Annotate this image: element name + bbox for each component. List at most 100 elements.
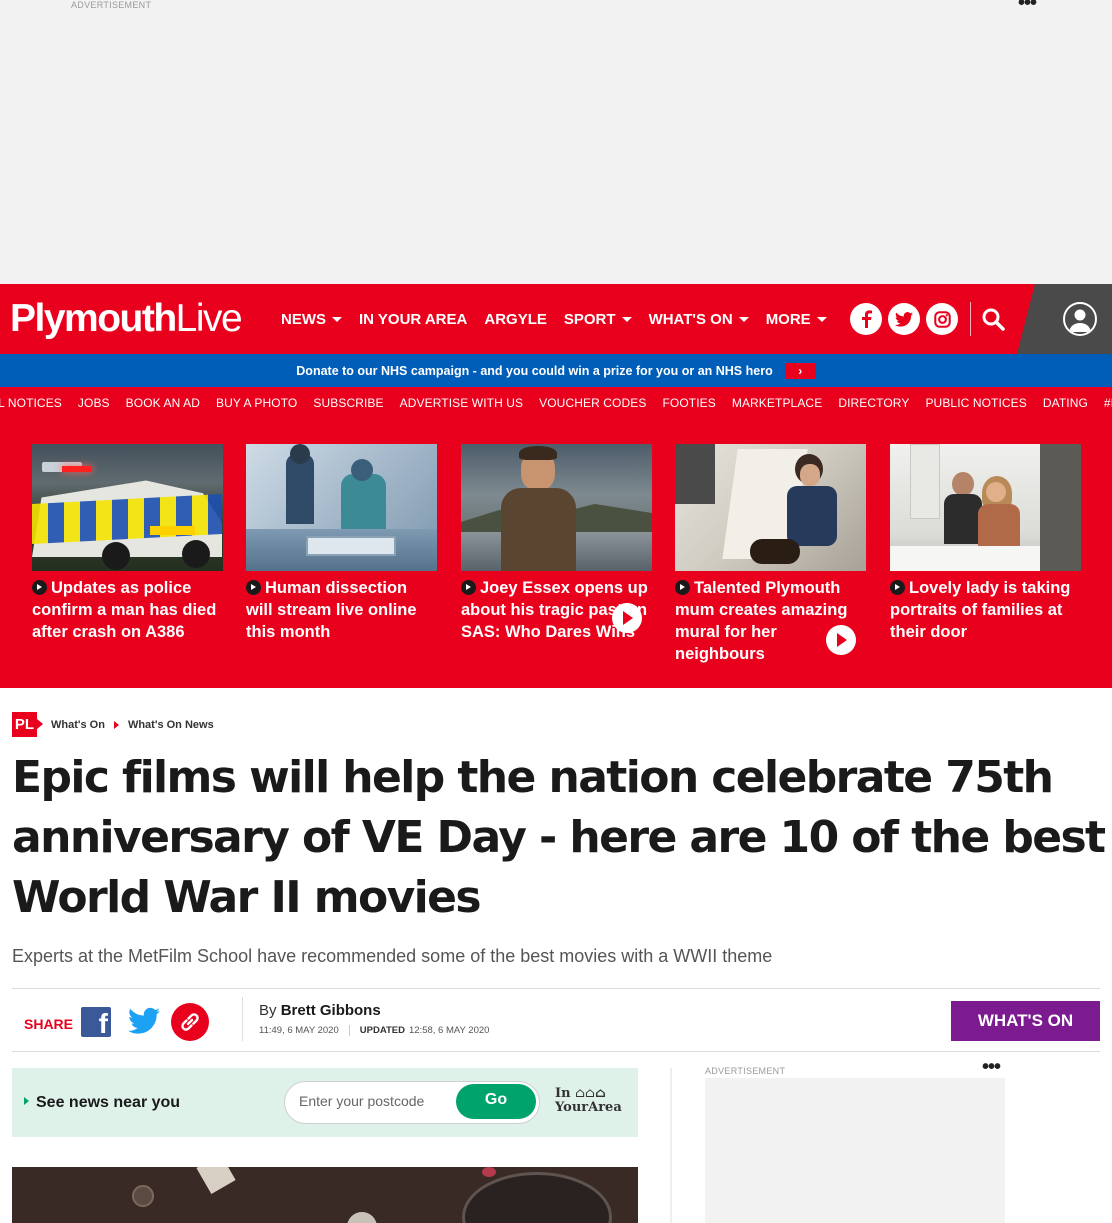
subnav-item[interactable]: BOOK AN AD — [126, 396, 200, 410]
chevron-right-icon — [32, 580, 47, 595]
subnav-item[interactable]: JOBS — [78, 396, 110, 410]
twitter-share-icon[interactable] — [128, 1007, 160, 1035]
advertisement-label: ADVERTISEMENT — [71, 0, 152, 10]
subnav-item[interactable]: VOUCHER CODES — [539, 396, 646, 410]
subnav-item[interactable]: MARKETPLACE — [732, 396, 822, 410]
subnav-item[interactable]: PUBLIC NOTICES — [925, 396, 1026, 410]
teaser-image[interactable] — [890, 444, 1081, 571]
article-standfirst: Experts at the MetFilm School have recom… — [12, 946, 773, 966]
teaser-title-text: Talented Plymouth mum creates amazing mu… — [675, 579, 848, 663]
donate-banner[interactable]: Donate to our NHS campaign - and you cou… — [0, 354, 1112, 387]
site-header: PlymouthLive NEWS IN YOUR AREA ARGYLE SP… — [0, 284, 1112, 354]
chevron-down-icon — [816, 316, 827, 322]
nav-item-in-your-area[interactable]: IN YOUR AREA — [359, 311, 467, 328]
sidebar-advertisement — [705, 1078, 1005, 1223]
nav-label: MORE — [765, 310, 811, 328]
chevron-right-icon — [113, 720, 119, 729]
nav-item-news[interactable]: NEWS — [281, 311, 342, 328]
chevron-right-icon[interactable]: › — [784, 362, 816, 379]
trending-strip: Updates as police confirm a man has died… — [0, 418, 1112, 688]
nav-label: ARGYLE — [484, 310, 547, 328]
twitter-icon[interactable] — [888, 303, 920, 335]
nav-label: IN YOUR AREA — [359, 310, 468, 328]
chevron-down-icon — [621, 316, 632, 322]
nav-item-sport[interactable]: SPORT — [564, 311, 632, 328]
subnav-item[interactable]: SUBSCRIBE — [313, 396, 383, 410]
top-advertisement: ADVERTISEMENT ••• — [0, 0, 1112, 284]
facebook-share-icon[interactable]: f — [81, 1007, 111, 1037]
house-filled-icon: ⌂ — [594, 1086, 606, 1101]
subnav-item[interactable]: FOOTIES — [662, 396, 715, 410]
teaser-image[interactable] — [461, 444, 652, 571]
search-icon[interactable] — [980, 306, 1008, 334]
copy-link-icon[interactable] — [171, 1003, 209, 1041]
teaser-image[interactable] — [32, 444, 223, 571]
chevron-right-icon — [890, 580, 905, 595]
nav-label: SPORT — [563, 310, 616, 328]
house-icon: ⌂⌂ — [575, 1086, 595, 1101]
nav-item-whats-on[interactable]: WHAT'S ON — [649, 311, 749, 328]
inyourarea-line2: YourArea — [555, 1100, 622, 1115]
news-near-you-label: See news near you — [24, 1094, 180, 1112]
nav-label: NEWS — [281, 310, 326, 328]
user-icon — [1063, 302, 1097, 336]
play-icon[interactable] — [826, 625, 856, 655]
go-button[interactable]: Go — [456, 1084, 536, 1119]
nav-item-more[interactable]: MORE — [766, 311, 827, 328]
chevron-right-icon — [675, 580, 690, 595]
ad-options-menu[interactable]: ••• — [1018, 0, 1037, 15]
section-button-whats-on[interactable]: WHAT'S ON — [951, 1001, 1100, 1041]
facebook-icon[interactable] — [850, 303, 882, 335]
advertisement-label: ADVERTISEMENT — [705, 1066, 786, 1076]
instagram-icon[interactable] — [926, 303, 958, 335]
logo-light-text: Live — [175, 297, 243, 340]
author-name[interactable]: Brett Gibbons — [281, 1002, 381, 1019]
teaser-image[interactable] — [246, 444, 437, 571]
subnav-item[interactable]: BUY A PHOTO — [216, 396, 297, 410]
postcode-input[interactable] — [299, 1093, 449, 1109]
subnav-item[interactable]: DIRECTORY — [838, 396, 909, 410]
teaser-card[interactable]: Lovely lady is taking portraits of famil… — [890, 444, 1081, 643]
breadcrumb-item[interactable]: What's On — [51, 719, 105, 731]
column-divider — [670, 1068, 672, 1223]
chevron-right-icon — [246, 580, 261, 595]
teaser-title-text: Updates as police confirm a man has died… — [32, 579, 217, 641]
breadcrumb-item[interactable]: What's On News — [128, 719, 214, 731]
chevron-down-icon — [332, 316, 342, 322]
teaser-image[interactable] — [675, 444, 866, 571]
updated-value: 12:58, 6 MAY 2020 — [408, 1025, 490, 1036]
article-headline: Epic films will help the nation celebrat… — [12, 752, 1106, 923]
social-links — [850, 303, 964, 335]
chevron-right-icon — [461, 580, 476, 595]
share-label: SHARE — [24, 1016, 74, 1032]
breadcrumb: PL What's On What's On News — [12, 712, 214, 737]
inyourarea-logo[interactable]: In ⌂⌂⌂ YourArea — [555, 1087, 622, 1115]
teaser-card[interactable]: Human dissection will stream live online… — [246, 444, 437, 643]
subnav-item[interactable]: ADVERTISE WITH US — [400, 396, 524, 410]
article-lead-image — [12, 1167, 638, 1223]
byline: By Brett Gibbons — [259, 1002, 381, 1019]
teaser-card[interactable]: Talented Plymouth mum creates amazing mu… — [675, 444, 866, 665]
nav-item-argyle[interactable]: ARGYLE — [484, 311, 547, 328]
account-button[interactable] — [1017, 284, 1112, 354]
subnav-item[interactable]: DATING — [1043, 396, 1088, 410]
updated-label: UPDATED — [359, 1025, 405, 1036]
subnav-item[interactable]: AL NOTICES — [0, 396, 62, 410]
teaser-title[interactable]: Lovely lady is taking portraits of famil… — [890, 577, 1081, 643]
ad-options-menu[interactable]: ••• — [982, 1056, 1001, 1079]
teaser-card[interactable]: Joey Essex opens up about his tragic pas… — [461, 444, 652, 643]
play-icon[interactable] — [612, 603, 642, 633]
site-badge[interactable]: PL — [12, 712, 43, 737]
teaser-title[interactable]: Human dissection will stream live online… — [246, 577, 437, 643]
teaser-card[interactable]: Updates as police confirm a man has died… — [32, 444, 223, 643]
secondary-nav: AL NOTICES JOBS BOOK AN AD BUY A PHOTO S… — [0, 387, 1112, 418]
article-dates: 11:49, 6 MAY 2020 UPDATED 12:58, 6 MAY 20… — [259, 1025, 489, 1036]
published-time: 11:49, 6 MAY 2020 — [259, 1025, 339, 1036]
teaser-title[interactable]: Updates as police confirm a man has died… — [32, 577, 223, 643]
updated-time: UPDATED 12:58, 6 MAY 2020 — [348, 1025, 490, 1036]
site-logo[interactable]: PlymouthLive — [10, 297, 243, 340]
subnav-item[interactable]: #DO1THING — [1104, 396, 1112, 410]
main-nav: NEWS IN YOUR AREA ARGYLE SPORT WHAT'S ON… — [281, 284, 844, 354]
header-divider — [970, 302, 971, 336]
byline-divider — [242, 997, 243, 1041]
